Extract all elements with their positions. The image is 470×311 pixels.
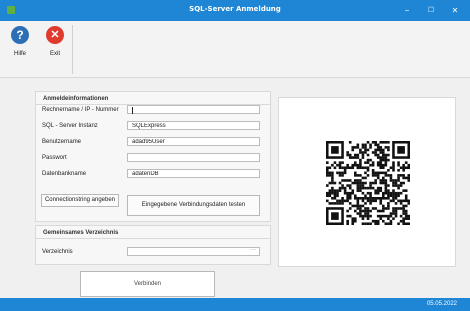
help-label: Hilfe	[13, 51, 26, 57]
status-bar: 05.05.2022	[0, 298, 470, 311]
browse-button[interactable]: ···	[250, 247, 256, 253]
login-panel: Anmeldeinformationen Rechnername / IP - …	[35, 91, 271, 222]
directory-section-title: Gemeinsames Verzeichnis	[43, 230, 119, 236]
toolbar: ? Hilfe ✕ Exit	[0, 21, 470, 78]
database-input[interactable]	[127, 169, 260, 178]
directory-input[interactable]	[127, 247, 260, 256]
exit-icon: ✕	[46, 26, 64, 44]
toolbar-separator	[72, 25, 73, 74]
database-label: Datenbankname	[42, 171, 87, 177]
text-cursor	[132, 107, 133, 114]
help-button[interactable]: ? Hilfe	[6, 26, 34, 66]
help-icon: ?	[11, 26, 29, 44]
qr-code-icon	[326, 141, 410, 225]
section-divider	[36, 238, 270, 239]
title-bar: SQL-Server Anmeldung − ☐ ✕	[0, 0, 470, 21]
password-input[interactable]	[127, 153, 260, 162]
exit-label: Exit	[49, 51, 60, 57]
password-label: Passwort	[42, 155, 67, 161]
server-input[interactable]	[127, 105, 260, 114]
test-connection-button[interactable]: Eingegebene Verbindungsdaten testen	[127, 195, 260, 216]
connect-button[interactable]: Verbinden	[80, 271, 215, 297]
instance-input[interactable]	[127, 121, 260, 130]
username-input[interactable]	[127, 137, 260, 146]
connectionstring-button[interactable]: Connectionstring angeben	[41, 194, 119, 207]
status-date: 05.05.2022	[426, 301, 457, 307]
maximize-button[interactable]: ☐	[420, 0, 442, 21]
directory-panel: Gemeinsames Verzeichnis Verzeichnis ···	[35, 225, 271, 265]
directory-label: Verzeichnis	[42, 249, 73, 255]
username-label: Benutzername	[42, 139, 82, 145]
login-section-title: Anmeldeinformationen	[43, 96, 109, 102]
minimize-button[interactable]: −	[396, 0, 418, 21]
server-label: Rechnername / IP - Nummer	[42, 107, 119, 113]
instance-label: SQL - Server Instanz	[42, 123, 98, 129]
close-button[interactable]: ✕	[444, 0, 466, 21]
exit-button[interactable]: ✕ Exit	[41, 26, 69, 66]
qr-panel	[278, 97, 456, 267]
